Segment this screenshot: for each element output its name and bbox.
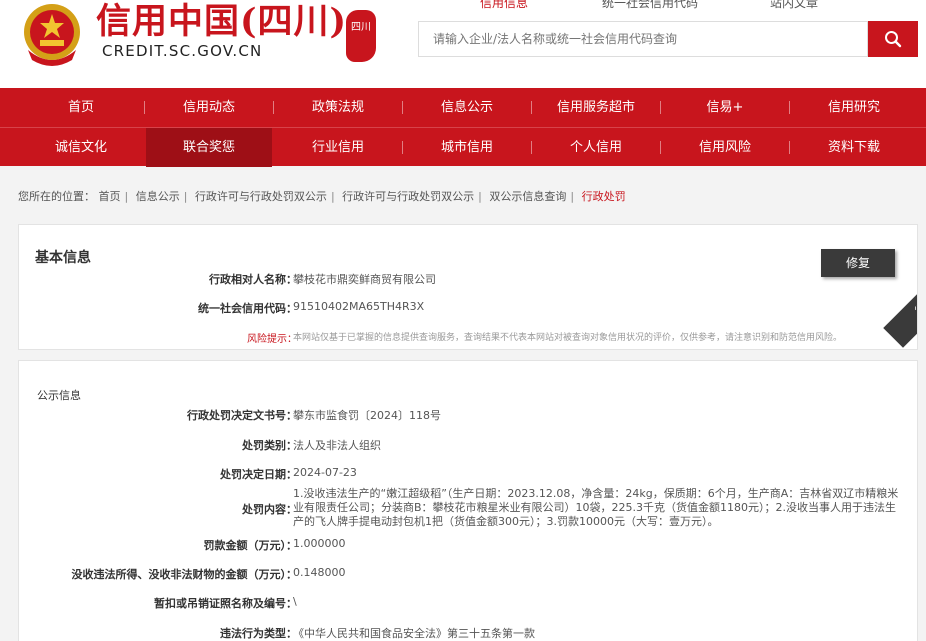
breadcrumb-item-query[interactable]: 双公示信息查询 [489,190,566,203]
seal-logo: 四川 [346,10,376,62]
breadcrumb-item-double-public[interactable]: 行政许可与行政处罚双公示 [195,190,327,203]
site-title[interactable]: 信用中国(四川) [96,2,347,42]
publicity-title: 公示信息 [37,389,81,402]
risk-warning-text: 本网站仅基于已掌握的信息提供查询服务，查询结果不代表本网站对被查询对象信用状况的… [293,333,843,343]
top-link-credit-code[interactable]: 统一社会信用代码 [602,0,698,11]
penalty-category-value: 法人及非法人组织 [293,439,381,452]
nav-item-policy[interactable]: 政策法规 [275,88,401,127]
risk-warning-label: 风险提示： [247,334,297,345]
breadcrumb-item-double-public-2[interactable]: 行政许可与行政处罚双公示 [342,190,474,203]
breadcrumb-item-publicity[interactable]: 信息公示 [136,190,180,203]
nav-item-publicity[interactable]: 信息公示 [404,88,530,127]
nav-item-credit-news[interactable]: 信用动态 [146,88,272,127]
nav-divider [789,141,790,154]
breadcrumb-separator: | [183,190,188,203]
decision-date-label: 处罚决定日期： [220,468,297,481]
publicity-panel: 公示信息 行政处罚决定文书号： 攀东市监食罚〔2024〕118号 处罚类别： 法… [18,360,918,641]
nav-row-2: 诚信文化 联合奖惩 行业信用 城市信用 个人信用 信用风险 资料下载 [0,127,926,167]
nav-divider [789,101,790,114]
breadcrumb-current: 行政处罚 [581,190,626,203]
credit-code-value: 91510402MA65TH4R3X [293,300,425,313]
nav-divider [402,141,403,154]
seal-text: 四川 [351,22,371,33]
nav-divider [531,101,532,114]
breadcrumb-item-home[interactable]: 首页 [99,190,121,203]
nav-divider [402,101,403,114]
top-link-credit-info[interactable]: 信用信息 [480,0,528,11]
license-revocation-label: 暂扣或吊销证照名称及编号： [154,597,297,610]
breadcrumb-separator: | [570,190,575,203]
decision-date-value: 2024-07-23 [293,466,357,479]
nav-item-home[interactable]: 首页 [18,88,144,127]
breadcrumb-separator: | [478,190,482,203]
license-revocation-value: \ [293,595,297,608]
nav-item-downloads[interactable]: 资料下载 [791,128,917,167]
top-links: 信用信息 统一社会信用代码 站内文章 [460,0,880,11]
subject-value: 攀枝花市鼎奕鲜商贸有限公司 [293,273,436,286]
fine-amount-value: 1.000000 [293,537,346,550]
penalty-content-label: 处罚内容： [242,503,297,516]
breadcrumb-separator: | [124,190,129,203]
nav-item-industry[interactable]: 行业信用 [275,128,401,167]
nav-divider [660,101,661,114]
penalty-category-label: 处罚类别： [242,439,297,452]
top-link-articles[interactable]: 站内文章 [770,0,818,11]
breadcrumb-prefix: 您所在的位置： [18,190,95,203]
nav-item-xinyi[interactable]: 信易+ [662,88,788,127]
search-input[interactable] [418,21,868,57]
search-button[interactable] [868,21,918,57]
nav-row-1: 首页 信用动态 政策法规 信息公示 信用服务超市 信易+ 信用研究 [0,88,926,127]
confiscation-amount-value: 0.148000 [293,566,346,579]
nav-item-risk[interactable]: 信用风险 [662,128,788,167]
confiscation-amount-label: 没收违法所得、没收非法财物的金额（万元）： [71,568,298,581]
violation-type-value: 《中华人民共和国食品安全法》第三十五条第一款 [293,627,535,640]
nav-divider [144,101,145,114]
violation-type-label: 违法行为类型： [220,627,297,640]
site-url: CREDIT.SC.GOV.CN [102,42,263,60]
breadcrumb-separator: | [330,190,335,203]
breadcrumb: 您所在的位置： 首页 | 信息公示 | 行政许可与行政处罚双公示 | 行政许可与行政处… [18,188,626,204]
nav-item-culture[interactable]: 诚信文化 [18,128,144,167]
nav-item-research[interactable]: 信用研究 [791,88,917,127]
basic-info-title: 基本信息 [35,250,91,266]
repair-button[interactable]: 修复 [821,249,895,277]
penalty-content-value: 1.没收违法生产的“嫩江超级稻”（生产日期：2023.12.08，净含量：24k… [293,487,899,528]
nav-divider [660,141,661,154]
nav-divider [273,101,274,114]
nav-item-service-market[interactable]: 信用服务超市 [533,88,659,127]
nav-item-personal[interactable]: 个人信用 [533,128,659,167]
subject-label: 行政相对人名称： [209,273,297,286]
nav-divider [531,141,532,154]
site-header: 信用中国(四川) CREDIT.SC.GOV.CN 四川 信用信息 统一社会信用… [0,0,926,88]
decision-doc-value: 攀东市监食罚〔2024〕118号 [293,409,441,422]
nav-item-city[interactable]: 城市信用 [404,128,530,167]
credit-code-label: 统一社会信用代码： [198,302,297,315]
nav-item-joint-rewards[interactable]: 联合奖惩 [146,128,272,167]
fine-amount-label: 罚款金额（万元）： [203,539,298,552]
main-nav: 首页 信用动态 政策法规 信息公示 信用服务超市 信易+ 信用研究 诚信文化 联… [0,88,926,167]
national-emblem-icon [24,4,80,66]
decision-doc-label: 行政处罚决定文书号： [187,409,297,422]
basic-info-panel: 基本信息 修复 行政处罚 行政相对人名称： 攀枝花市鼎奕鲜商贸有限公司 统一社会… [18,224,918,350]
search-icon [885,31,902,48]
